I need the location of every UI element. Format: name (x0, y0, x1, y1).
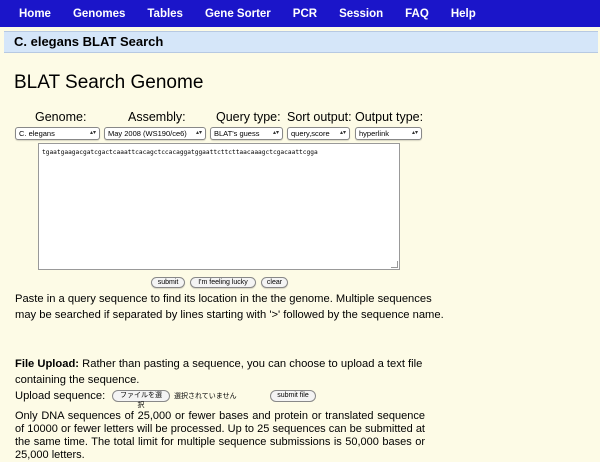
select-arrows-icon: ▴▾ (195, 130, 202, 136)
nav-genomes[interactable]: Genomes (73, 8, 125, 20)
no-file-selected-text: 選択されていません (174, 393, 237, 400)
query-type-label: Query type: (216, 110, 281, 124)
file-upload-description: File Upload: Rather than pasting a seque… (15, 356, 445, 388)
output-type-select-value: hyperlink (359, 129, 390, 138)
select-arrows-icon: ▴▾ (89, 130, 96, 136)
query-type-select[interactable]: BLAT's guess ▴▾ (210, 127, 283, 140)
top-nav-bar: Home Genomes Tables Gene Sorter PCR Sess… (0, 0, 600, 27)
query-type-select-value: BLAT's guess (214, 129, 260, 138)
nav-session[interactable]: Session (339, 8, 383, 20)
output-type-label: Output type: (355, 110, 424, 124)
genome-select-value: C. elegans (19, 129, 55, 138)
sequence-textarea[interactable]: tgaatgaagacgatcgactcaaattcacagctccacagga… (38, 143, 400, 270)
assembly-select-value: May 2008 (WS190/ce6) (108, 129, 187, 138)
upload-sequence-label: Upload sequence: (15, 390, 106, 402)
submit-file-button[interactable]: submit file (270, 390, 316, 402)
sequence-text: tgaatgaagacgatcgactcaaattcacagctccacagga… (42, 149, 318, 156)
nav-help[interactable]: Help (451, 8, 476, 20)
nav-pcr[interactable]: PCR (293, 8, 317, 20)
output-type-select[interactable]: hyperlink ▴▾ (355, 127, 422, 140)
section-title: C. elegans BLAT Search (14, 34, 164, 49)
nav-gene-sorter[interactable]: Gene Sorter (205, 8, 271, 20)
select-arrows-icon: ▴▾ (339, 130, 346, 136)
clear-button[interactable]: clear (261, 277, 288, 288)
select-arrows-icon: ▴▾ (411, 130, 418, 136)
assembly-label: Assembly: (128, 110, 186, 124)
help-text: Paste in a query sequence to find its lo… (15, 293, 444, 321)
genome-select[interactable]: C. elegans ▴▾ (15, 127, 100, 140)
sort-output-label: Sort output: (287, 110, 352, 124)
resize-handle-icon[interactable] (391, 261, 398, 268)
feeling-lucky-button[interactable]: I'm feeling lucky (190, 277, 256, 288)
sort-output-select-value: query,score (291, 129, 330, 138)
assembly-select[interactable]: May 2008 (WS190/ce6) ▴▾ (104, 127, 206, 140)
sort-output-select[interactable]: query,score ▴▾ (287, 127, 350, 140)
submit-button[interactable]: submit (151, 277, 185, 288)
page-title: BLAT Search Genome (14, 72, 204, 93)
choose-file-button[interactable]: ファイルを選択 (112, 390, 170, 409)
genome-label: Genome: (35, 110, 87, 124)
nav-faq[interactable]: FAQ (405, 8, 429, 20)
file-upload-heading: File Upload: (15, 358, 80, 370)
nav-tables[interactable]: Tables (147, 8, 183, 20)
limits-note: Only DNA sequences of 25,000 or fewer ba… (15, 410, 425, 461)
section-header: C. elegans BLAT Search (4, 31, 598, 53)
select-arrows-icon: ▴▾ (272, 130, 279, 136)
nav-home[interactable]: Home (19, 8, 51, 20)
